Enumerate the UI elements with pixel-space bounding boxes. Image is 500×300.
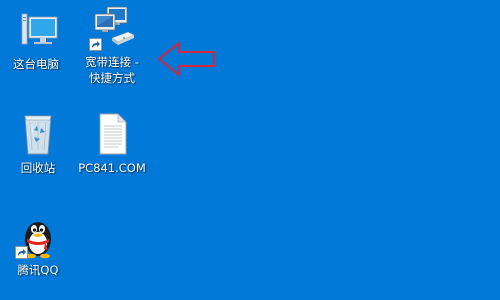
- desktop-icon-text-file[interactable]: PC841.COM: [76, 110, 148, 176]
- recycle-bin-icon: [14, 110, 62, 158]
- desktop[interactable]: 这台电脑 宽带连接 - 快捷方式 回收站 PC841.COM 腾讯QQ: [0, 0, 500, 300]
- broadband-label: 宽带连接 - 快捷方式: [85, 54, 139, 86]
- desktop-icon-this-pc[interactable]: 这台电脑: [6, 6, 66, 72]
- text-file-label: PC841.COM: [78, 161, 146, 175]
- qq-label: 腾讯QQ: [17, 263, 59, 277]
- recycle-bin-label: 回收站: [20, 161, 56, 175]
- desktop-icon-recycle-bin[interactable]: 回收站: [8, 110, 68, 176]
- desktop-icon-qq[interactable]: 腾讯QQ: [8, 212, 68, 278]
- outline-left-arrow-icon: [158, 42, 215, 76]
- shortcut-arrow-icon: [89, 38, 102, 51]
- network-connection-icon: [88, 4, 136, 52]
- computer-icon: [12, 6, 60, 54]
- desktop-icon-broadband-shortcut[interactable]: 宽带连接 - 快捷方式: [80, 4, 144, 86]
- this-pc-label: 这台电脑: [13, 57, 59, 71]
- qq-penguin-icon: [14, 212, 62, 260]
- broadband-label-line1: 宽带连接 -: [85, 55, 139, 69]
- text-file-icon: [88, 110, 136, 158]
- shortcut-arrow-icon: [15, 246, 28, 259]
- broadband-label-line2: 快捷方式: [89, 71, 135, 85]
